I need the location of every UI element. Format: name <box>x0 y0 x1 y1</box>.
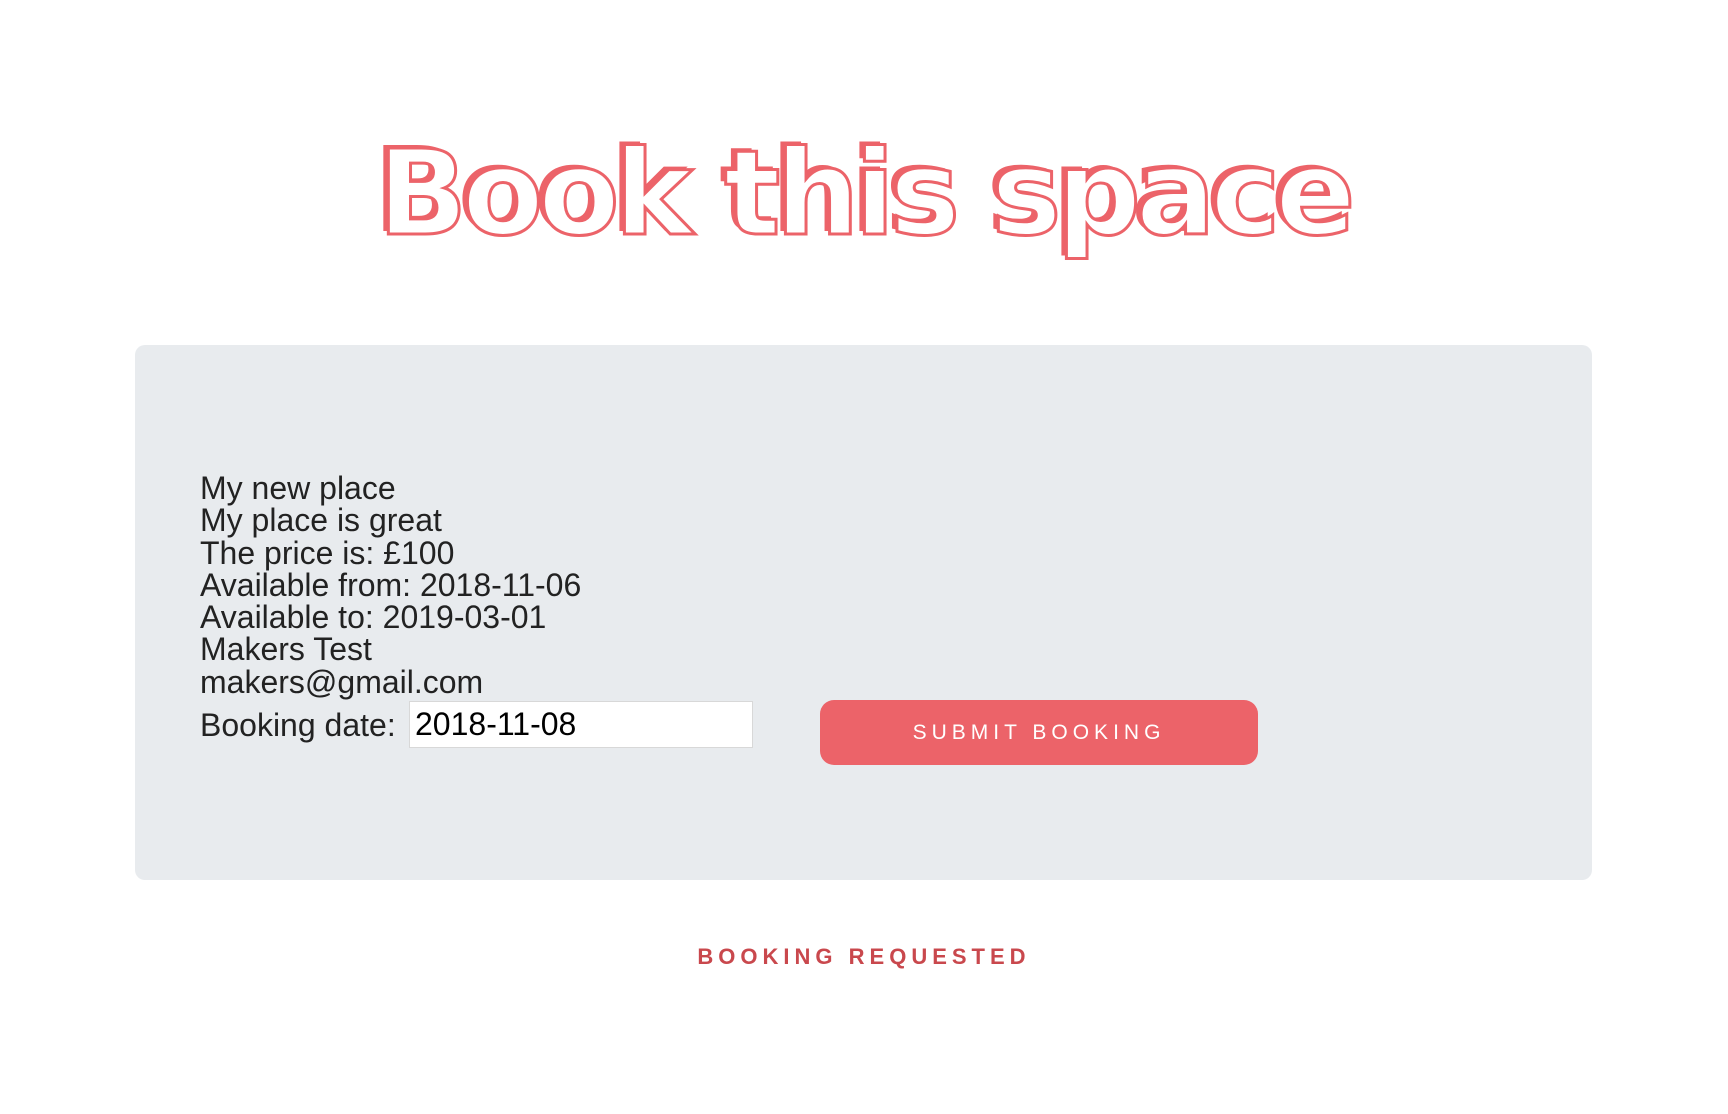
booking-date-label: Booking date: <box>200 707 396 743</box>
booking-date-input[interactable] <box>409 701 753 748</box>
submit-booking-button[interactable]: Submit booking <box>820 700 1258 765</box>
listing-available-to: Available to: 2019-03-01 <box>200 599 547 636</box>
listing-description: My place is great <box>200 502 442 539</box>
listing-name: My new place <box>200 470 396 506</box>
listing-card: My new place My place is great The price… <box>135 345 1592 880</box>
booking-form: Booking date: Submit booking <box>200 700 1258 767</box>
booking-status-message: Booking requested <box>697 944 1031 969</box>
listing-available-from: Available from: 2018-11-06 <box>200 566 582 603</box>
listing-owner-email: makers@gmail.com <box>200 663 484 700</box>
listing-details: My new place My place is great The price… <box>200 472 1100 698</box>
page-title: Book this space <box>376 123 1357 264</box>
listing-owner-name: Makers Test <box>200 631 372 668</box>
listing-price: The price is: £100 <box>200 534 455 571</box>
